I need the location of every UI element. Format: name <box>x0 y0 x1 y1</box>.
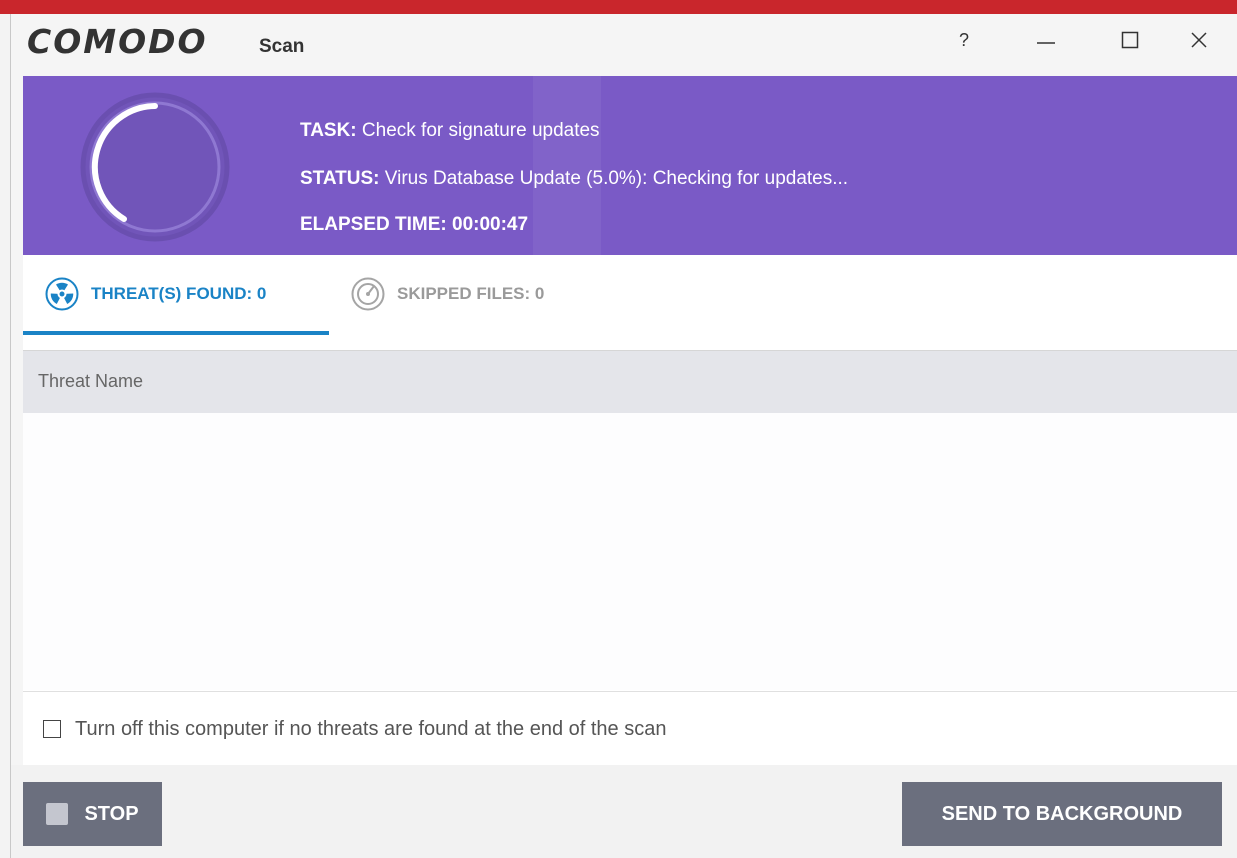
stop-button-label: STOP <box>84 802 139 825</box>
task-line: TASK: Check for signature updates <box>300 120 600 142</box>
elapsed-label: ELAPSED TIME: <box>300 214 447 235</box>
skip-gauge-icon <box>351 277 385 311</box>
task-value: Check for signature updates <box>356 120 600 141</box>
status-value: Virus Database Update (5.0%): Checking f… <box>379 168 849 189</box>
elapsed-time-line: ELAPSED TIME: 00:00:47 <box>300 214 528 236</box>
window-title: Scan <box>259 36 305 57</box>
status-label: STATUS: <box>300 168 380 189</box>
title-bar: COMODO Scan ? <box>11 14 1237 76</box>
shutdown-checkbox[interactable] <box>43 720 61 738</box>
close-icon <box>1191 32 1207 48</box>
table-body[interactable] <box>23 413 1237 690</box>
radiation-icon <box>45 277 79 311</box>
shutdown-checkbox-label[interactable]: Turn off this computer if no threats are… <box>75 718 666 741</box>
progress-ring-icon <box>80 92 230 242</box>
task-label: TASK: <box>300 120 357 141</box>
table-header: Threat Name <box>23 350 1237 414</box>
comodo-logo: COMODO <box>27 22 208 61</box>
banner-highlight <box>533 76 601 255</box>
close-button[interactable] <box>1174 20 1224 60</box>
help-icon: ? <box>958 29 969 50</box>
minimize-button[interactable] <box>1021 20 1071 60</box>
minimize-icon <box>1037 42 1055 44</box>
help-button[interactable]: ? <box>939 20 989 60</box>
elapsed-value: 00:00:47 <box>446 214 529 235</box>
stop-icon <box>46 803 69 825</box>
shutdown-option-row: Turn off this computer if no threats are… <box>23 691 1237 766</box>
threats-table: Threat Name Turn off this computer if no… <box>23 335 1237 766</box>
tab-skipped-files-label: SKIPPED FILES: 0 <box>397 284 545 303</box>
results-tabs: THREAT(S) FOUND: 0 SKIPPED FILES: 0 <box>23 255 1237 336</box>
tab-threats-found[interactable]: THREAT(S) FOUND: 0 <box>45 255 266 333</box>
send-to-background-button[interactable]: SEND TO BACKGROUND <box>902 782 1222 846</box>
status-line: STATUS: Virus Database Update (5.0%): Ch… <box>300 168 848 190</box>
maximize-icon <box>1121 31 1139 49</box>
footer-bar: STOP SEND TO BACKGROUND <box>11 765 1237 858</box>
stop-button[interactable]: STOP <box>23 782 162 846</box>
tab-skipped-files[interactable]: SKIPPED FILES: 0 <box>351 255 544 333</box>
scan-window: COMODO Scan ? TASK: Check for signature … <box>10 14 1237 858</box>
desktop-background-strip <box>0 0 1237 14</box>
send-to-background-label: SEND TO BACKGROUND <box>941 802 1183 825</box>
maximize-button[interactable] <box>1105 20 1155 60</box>
column-header-threat-name[interactable]: Threat Name <box>38 371 143 392</box>
tab-threats-found-label: THREAT(S) FOUND: 0 <box>91 284 267 303</box>
scan-progress-banner: TASK: Check for signature updates STATUS… <box>23 76 1237 255</box>
